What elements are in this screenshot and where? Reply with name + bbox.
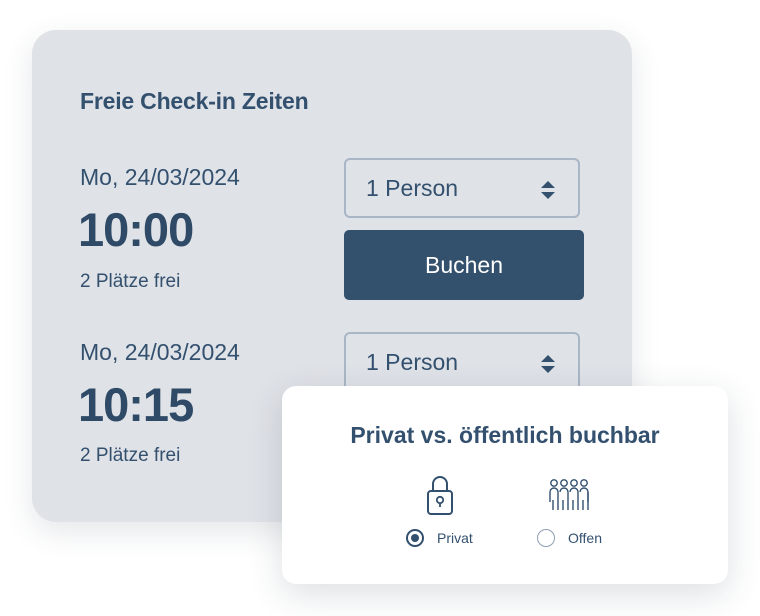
radio-offen-label[interactable]: Offen [568,530,602,546]
radio-privat[interactable] [406,529,424,547]
select-arrows-icon [541,181,555,199]
book-button[interactable]: Buchen [344,230,584,300]
group-icon [549,479,589,510]
radio-offen[interactable] [537,529,555,547]
slot-1-person-select[interactable]: 1 Person [344,158,580,218]
card-title: Freie Check-in Zeiten [80,88,309,114]
slot-2-date: Mo, 24/03/2024 [80,339,240,365]
select-arrows-icon [541,355,555,373]
radio-privat-label[interactable]: Privat [437,530,473,546]
slot-1-time: 10:00 [78,203,194,256]
radio-selected-dot [411,534,419,542]
slot-2-person-select-value: 1 Person [366,349,459,375]
slot-2-time: 10:15 [78,378,194,431]
slot-1-free-seats: 2 Plätze frei [80,271,181,292]
slot-2-free-seats: 2 Plätze frei [80,445,181,466]
slot-2-person-select[interactable]: 1 Person [344,332,580,392]
privacy-visibility-card: Privat vs. öffentlich buchbar Privat Off… [282,386,728,584]
lock-icon [427,476,453,515]
privacy-title: Privat vs. öffentlich buchbar [350,422,660,448]
slot-1-date: Mo, 24/03/2024 [80,164,240,190]
slot-1-person-select-value: 1 Person [366,175,459,201]
